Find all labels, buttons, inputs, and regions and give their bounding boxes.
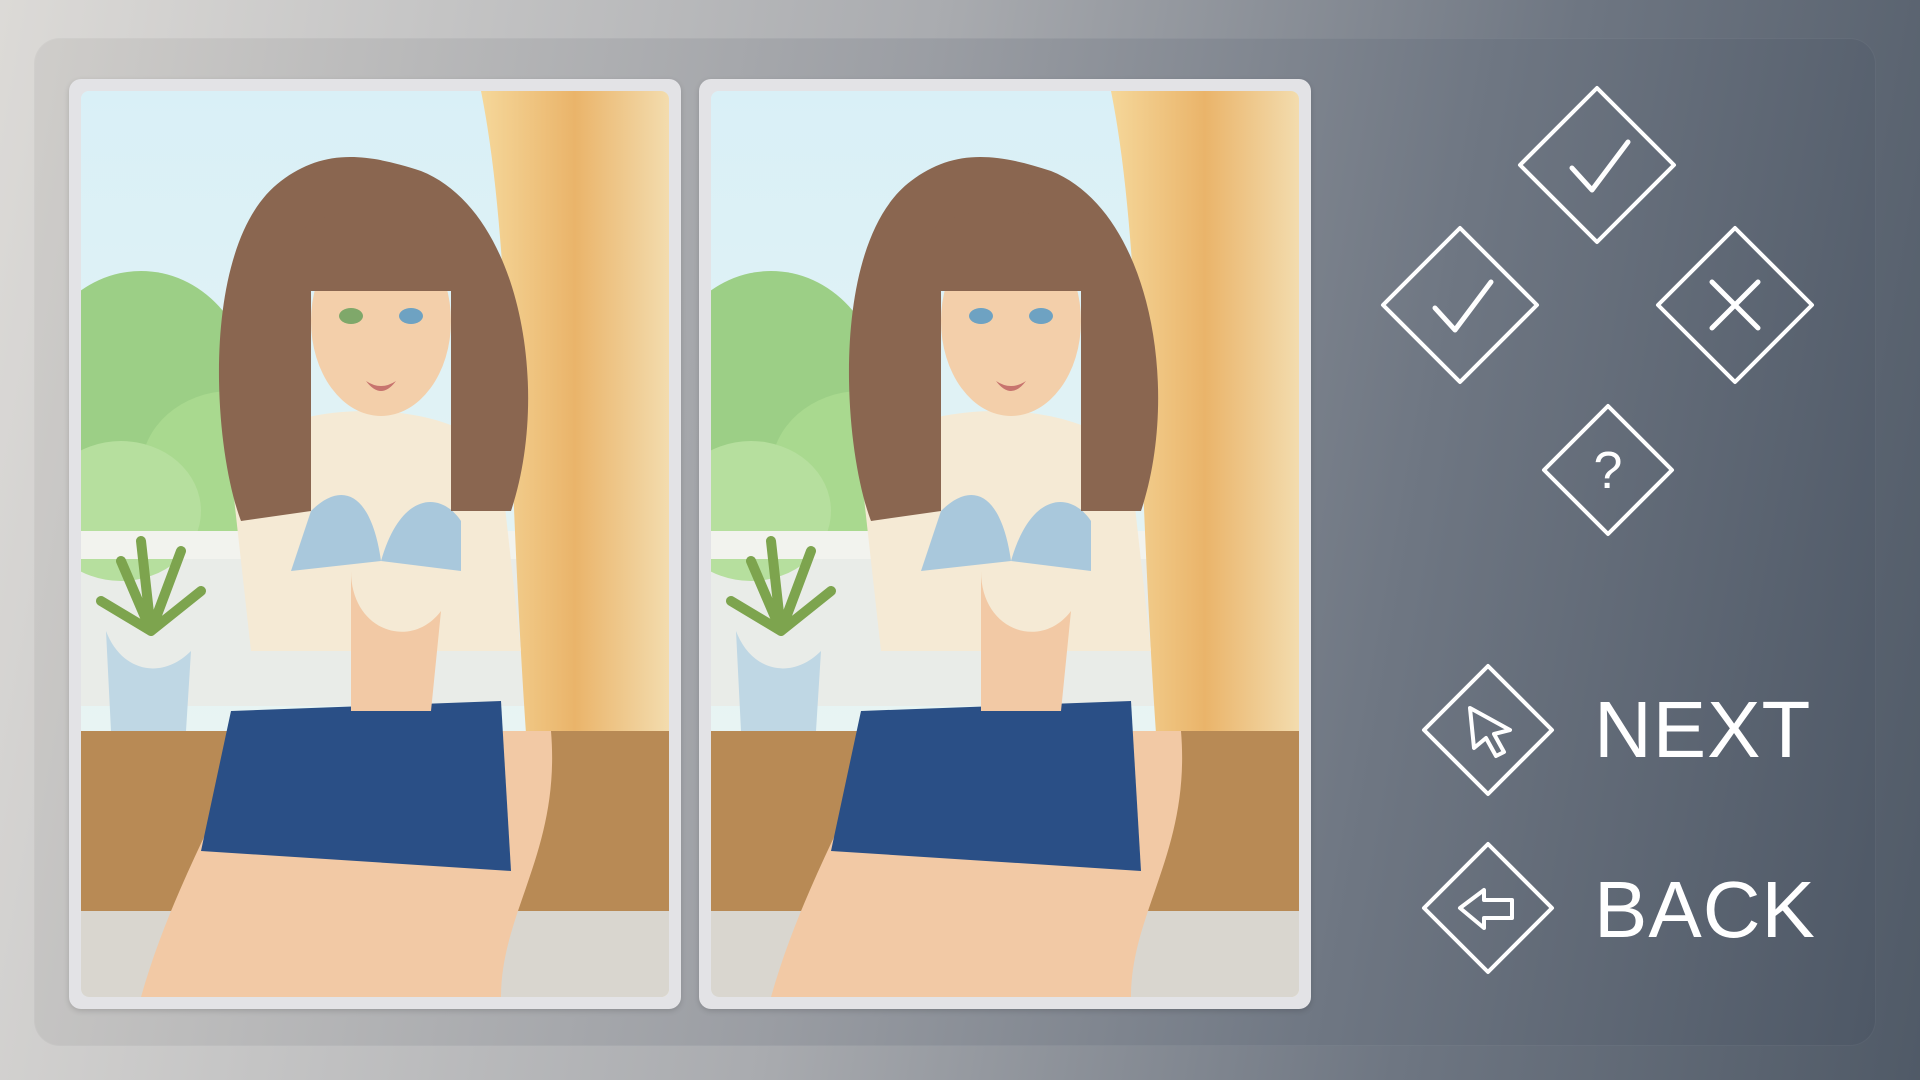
back-button[interactable] xyxy=(1418,838,1558,978)
back-label[interactable]: BACK xyxy=(1594,870,1816,950)
artwork-original[interactable] xyxy=(81,91,669,997)
next-button[interactable] xyxy=(1418,660,1558,800)
check-left-button[interactable] xyxy=(1375,220,1545,390)
cross-icon xyxy=(1656,226,1814,384)
check-icon xyxy=(1381,226,1539,384)
illustration xyxy=(81,91,669,997)
cursor-icon xyxy=(1422,664,1554,796)
hint-glyph: ? xyxy=(1594,442,1623,500)
artwork-modified[interactable] xyxy=(711,91,1299,997)
cross-right-button[interactable] xyxy=(1650,220,1820,390)
next-label[interactable]: NEXT xyxy=(1594,690,1811,770)
back-arrow-icon xyxy=(1422,842,1554,974)
image-card-original[interactable] xyxy=(69,79,681,1009)
question-icon: ? xyxy=(1542,404,1674,536)
hint-button[interactable]: ? xyxy=(1538,400,1678,540)
illustration xyxy=(711,91,1299,997)
image-card-modified[interactable] xyxy=(699,79,1311,1009)
